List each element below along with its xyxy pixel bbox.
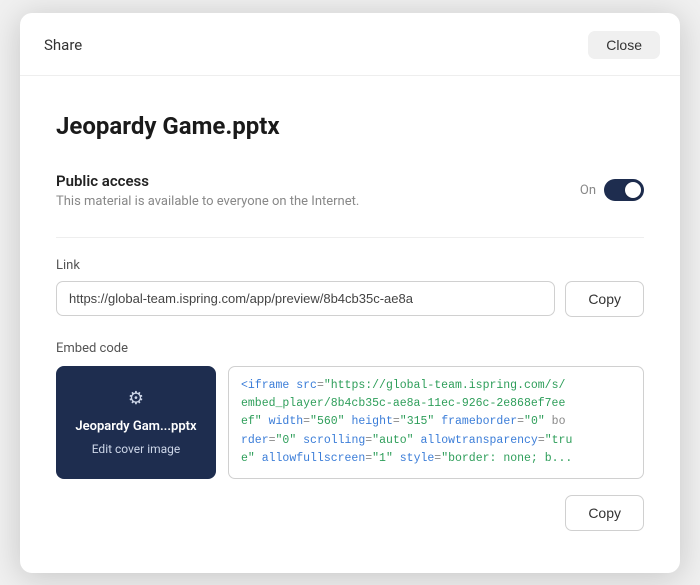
dialog-title: Share — [44, 36, 82, 54]
gear-icon: ⚙ — [128, 388, 144, 409]
cover-image-box[interactable]: ⚙ Jeopardy Gam...pptx Edit cover image — [56, 366, 216, 480]
dialog-header: Share Close — [20, 13, 680, 76]
link-row: Copy — [56, 281, 644, 317]
copy-link-button[interactable]: Copy — [565, 281, 644, 317]
embed-label: Embed code — [56, 341, 644, 356]
public-access-label: Public access — [56, 172, 359, 190]
cover-edit-label: Edit cover image — [92, 442, 181, 456]
link-section: Link Copy — [56, 258, 644, 317]
copy-embed-row: Copy — [56, 495, 644, 531]
public-access-toggle[interactable] — [604, 179, 644, 201]
link-input[interactable] — [56, 281, 555, 316]
link-label: Link — [56, 258, 644, 273]
toggle-label: On — [580, 183, 596, 198]
file-title: Jeopardy Game.pptx — [56, 112, 644, 140]
public-access-desc: This material is available to everyone o… — [56, 194, 359, 209]
embed-code-box: <iframe src="https://global-team.ispring… — [228, 366, 644, 480]
dialog-body: Jeopardy Game.pptx Public access This ma… — [20, 76, 680, 560]
share-dialog: Share Close Jeopardy Game.pptx Public ac… — [20, 13, 680, 573]
cover-image-title: Jeopardy Gam...pptx — [75, 419, 196, 434]
embed-row: ⚙ Jeopardy Gam...pptx Edit cover image <… — [56, 366, 644, 480]
embed-section: Embed code ⚙ Jeopardy Gam...pptx Edit co… — [56, 341, 644, 532]
toggle-wrap: On — [580, 179, 644, 201]
close-button[interactable]: Close — [588, 31, 660, 59]
section-divider — [56, 237, 644, 238]
copy-embed-button[interactable]: Copy — [565, 495, 644, 531]
public-access-row: Public access This material is available… — [56, 172, 644, 209]
public-access-text: Public access This material is available… — [56, 172, 359, 209]
toggle-knob — [625, 182, 641, 198]
